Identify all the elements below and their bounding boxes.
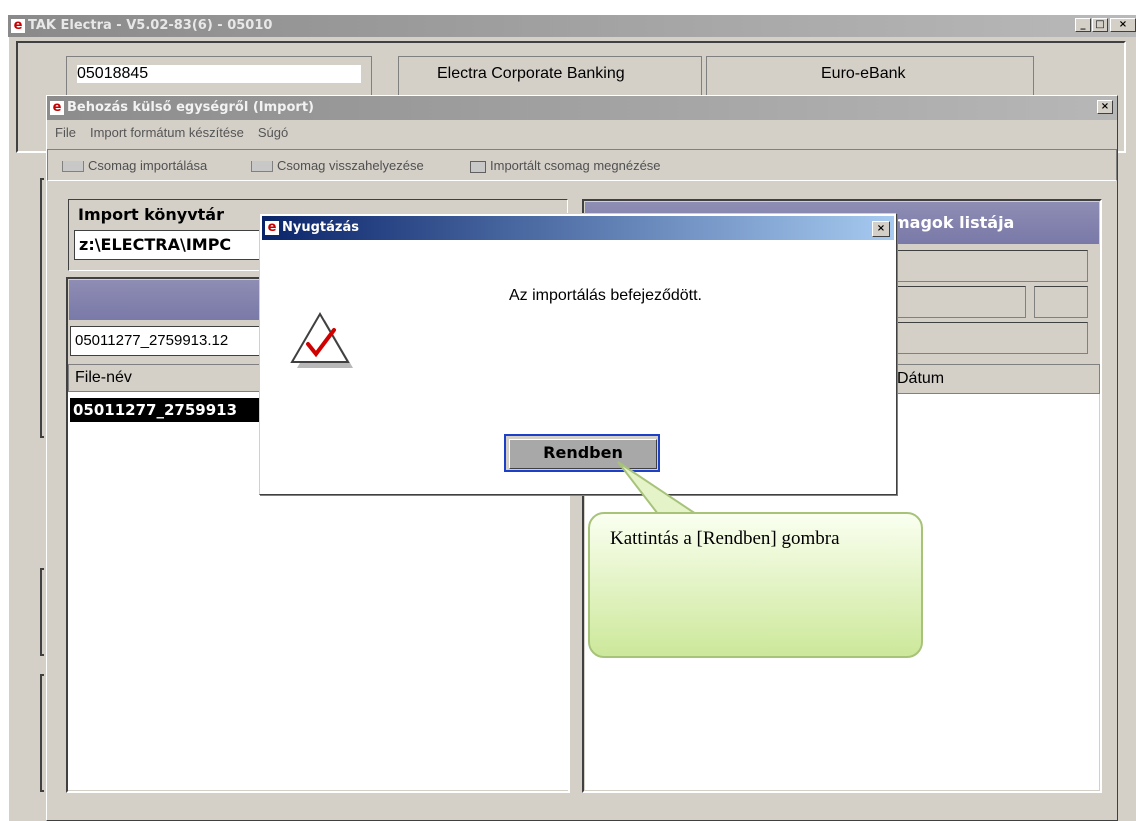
import-toolbar: Csomag importálása Csomag visszahelyezés…: [47, 149, 1117, 181]
import-directory-input[interactable]: z:\ELECTRA\IMPC: [74, 230, 264, 260]
tray-icon: [62, 161, 84, 173]
callout-pointer: [617, 461, 702, 520]
import-package-button[interactable]: Csomag importálása: [62, 158, 207, 173]
package-name-input[interactable]: 05011277_2759913.12: [70, 326, 265, 356]
confirmation-close-button[interactable]: ×: [872, 221, 890, 237]
callout-text: Kattintás a [Rendben] gombra: [610, 528, 840, 549]
main-title-text: TAK Electra - V5.02-83(6) - 05010: [28, 18, 273, 33]
menu-help[interactable]: Súgó: [258, 125, 288, 140]
imported-packages-title: magok listája: [893, 213, 1015, 232]
confirmation-title-bar: e Nyugtázás ×: [262, 216, 894, 240]
tab-corporate-label: Electra Corporate Banking: [437, 65, 625, 82]
import-close-button[interactable]: ×: [1097, 100, 1113, 114]
account-id: 05018845: [77, 65, 361, 83]
view-package-label: Importált csomag megnézése: [490, 158, 661, 173]
confirmation-title-text: Nyugtázás: [282, 220, 359, 235]
menu-file[interactable]: File: [55, 125, 76, 140]
date-column-header[interactable]: Dátum: [892, 364, 1100, 394]
bracket-decoration: [40, 568, 44, 656]
package-field: [892, 250, 1088, 282]
checkmark-icon: [290, 312, 353, 368]
bracket-decoration: [40, 178, 44, 438]
minimize-button[interactable]: _: [1075, 18, 1091, 32]
view-package-button[interactable]: Importált csomag megnézése: [470, 158, 661, 173]
file-name-column-header[interactable]: File-név: [68, 364, 268, 392]
package-field: [892, 286, 1026, 318]
account-box: 05018845: [66, 56, 372, 96]
tab-corporate-banking[interactable]: Electra Corporate Banking: [398, 56, 702, 96]
restore-package-button[interactable]: Csomag visszahelyezése: [251, 158, 424, 173]
package-field: [1034, 286, 1088, 318]
maximize-button[interactable]: □: [1092, 18, 1108, 32]
import-title-bar: e Behozás külső egységről (Import) ×: [47, 96, 1117, 120]
file-list-row-selected[interactable]: 05011277_2759913: [70, 398, 265, 422]
import-menu-bar: File Import formátum készítése Súgó: [47, 120, 1117, 146]
restore-package-label: Csomag visszahelyezése: [277, 158, 424, 173]
confirmation-message: Az importálás befejeződött.: [509, 287, 702, 304]
electra-logo-icon: e: [50, 100, 64, 115]
tab-euro-ebank[interactable]: Euro-eBank: [706, 56, 1034, 96]
import-package-label: Csomag importálása: [88, 158, 208, 173]
bracket-decoration: [40, 674, 44, 792]
electra-logo-icon: e: [265, 220, 279, 235]
close-button[interactable]: ×: [1110, 18, 1136, 32]
main-title-bar: e TAK Electra - V5.02-83(6) - 05010 _ □ ×: [8, 15, 1136, 37]
package-field: [892, 322, 1088, 354]
import-title-text: Behozás külső egységről (Import): [67, 100, 314, 115]
menu-import-format[interactable]: Import formátum készítése: [90, 125, 244, 140]
tray-icon: [251, 161, 273, 173]
electra-logo-icon: e: [11, 18, 25, 33]
tab-euro-label: Euro-eBank: [821, 65, 906, 82]
import-directory-label: Import könyvtár: [78, 205, 224, 224]
folder-icon: [470, 160, 486, 173]
